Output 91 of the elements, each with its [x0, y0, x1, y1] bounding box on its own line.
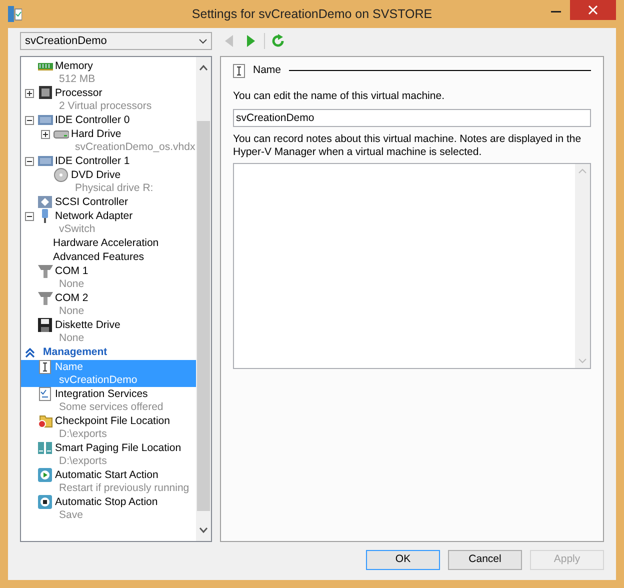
collapse-toggle[interactable]	[25, 116, 34, 124]
item-detail: Physical drive R:	[75, 182, 154, 195]
item-label: Diskette Drive	[55, 318, 120, 332]
dialog-button[interactable]: OK	[366, 550, 440, 570]
folder-icon	[37, 414, 53, 428]
item-label: Checkpoint File Location	[55, 414, 170, 428]
tree-item[interactable]: Hard Drive svCreationDemo_os.vhdx	[21, 127, 196, 154]
close-icon	[588, 5, 598, 15]
collapse-toggle[interactable]	[25, 212, 34, 220]
item-detail: Save	[59, 509, 84, 522]
item-label: Name	[55, 360, 84, 374]
item-label: COM 2	[55, 291, 88, 305]
app-icon	[8, 6, 22, 22]
tree-item[interactable]: COM 2 None	[21, 291, 196, 318]
tree-item[interactable]: Integration Services Some services offered	[21, 387, 196, 414]
name-prompt: You can edit the name of this virtual machine.	[233, 88, 446, 104]
item-detail: svCreationDemo	[59, 374, 138, 387]
category-header[interactable]: Management	[43, 345, 108, 360]
item-detail: None	[59, 332, 86, 345]
server-icon	[37, 441, 53, 455]
tree-item[interactable]: IDE Controller 0	[21, 113, 196, 127]
expand-toggle[interactable]	[25, 88, 34, 98]
controller-icon	[37, 195, 53, 209]
vm-dropdown[interactable]: svCreationDemo	[20, 32, 212, 50]
item-detail: D:\exports	[59, 455, 108, 468]
tree-item[interactable]: Diskette Drive None	[21, 318, 196, 345]
tree-item[interactable]: COM 1 None	[21, 264, 196, 291]
tree-item[interactable]: Processor 2 Virtual processors	[21, 86, 196, 113]
item-label: Smart Paging File Location	[55, 441, 182, 455]
item-label: COM 1	[55, 264, 88, 278]
vm-name: svCreationDemo	[25, 34, 107, 49]
port-icon	[37, 264, 53, 278]
item-detail: None	[59, 305, 86, 318]
disc-icon	[53, 168, 69, 182]
checklist-icon	[37, 387, 53, 401]
tree-item[interactable]: Hardware Acceleration	[21, 236, 196, 250]
stop-icon	[37, 495, 53, 509]
tree-item[interactable]: Checkpoint File Location D:\exports	[21, 414, 196, 441]
tree-item[interactable]: SCSI Controller	[21, 195, 196, 209]
triangle-icon	[247, 35, 255, 47]
item-detail: vSwitch	[59, 223, 96, 236]
item-label: SCSI Controller	[55, 195, 128, 209]
item-label: DVD Drive	[71, 168, 122, 182]
refresh-icon	[271, 34, 285, 48]
item-detail: Some services offered	[59, 401, 164, 414]
item-detail: None	[59, 278, 86, 291]
item-label: Network Adapter	[55, 209, 133, 223]
play-icon	[37, 468, 53, 482]
controller-icon	[37, 154, 53, 168]
tree-item[interactable]: Advanced Features	[21, 250, 196, 264]
tree-item[interactable]: Automatic Start Action Restart if previously running	[21, 468, 196, 495]
scroll-up-icon[interactable]	[199, 63, 208, 73]
chip-icon	[37, 86, 53, 100]
name-field[interactable]: svCreationDemo	[233, 108, 591, 126]
item-label: Memory	[55, 59, 94, 73]
tree-item[interactable]: Memory 512 MB	[21, 59, 196, 86]
window-title: Settings for svCreationDemo on SVSTORE	[190, 6, 434, 23]
scroll-down-icon[interactable]	[199, 525, 208, 535]
item-detail: 512 MB	[59, 73, 96, 86]
item-label: Processor	[55, 86, 104, 100]
scrollbar[interactable]	[196, 57, 211, 541]
item-label: Automatic Start Action	[55, 468, 160, 482]
tree-item[interactable]: IDE Controller 1	[21, 154, 196, 168]
item-label: Integration Services	[55, 387, 149, 401]
item-detail: svCreationDemo_os.vhdx	[75, 141, 196, 154]
tree-item[interactable]: Automatic Stop Action Save	[21, 495, 196, 522]
collapse-toggle[interactable]	[25, 156, 34, 166]
tree-item[interactable]: Smart Paging File Location D:\exports	[21, 441, 196, 468]
text-cursor-icon	[233, 64, 245, 78]
caret-icon	[199, 38, 207, 44]
expand-toggle[interactable]	[41, 130, 50, 138]
port-icon	[37, 291, 53, 305]
close-button[interactable]	[570, 0, 616, 20]
tree-item[interactable]: Network Adapter vSwitch	[21, 209, 196, 236]
tree-item[interactable]: DVD Drive Physical drive R:	[21, 168, 196, 195]
item-label: Hardware Acceleration	[53, 236, 159, 250]
text-cursor-icon	[37, 360, 53, 374]
item-label: IDE Controller 0	[55, 113, 130, 127]
item-detail: 2 Virtual processors	[59, 100, 152, 113]
item-detail: Restart if previously running	[59, 482, 190, 495]
collapse-icon[interactable]	[25, 348, 35, 358]
item-label: IDE Controller 1	[55, 154, 130, 168]
notes-prompt: You can record notes about this virtual machine. Notes are displayed in the Hyper-V Manager when a virtual machine is selected.	[233, 132, 582, 158]
controller-icon	[37, 113, 53, 127]
triangle-icon	[225, 35, 233, 47]
item-label: Advanced Features	[53, 250, 144, 264]
section-title: Name	[253, 63, 282, 78]
item-label: Automatic Stop Action	[55, 495, 158, 509]
item-label: Hard Drive	[71, 127, 122, 141]
item-detail: D:\exports	[59, 428, 108, 441]
dialog-button[interactable]: Cancel	[448, 550, 522, 570]
